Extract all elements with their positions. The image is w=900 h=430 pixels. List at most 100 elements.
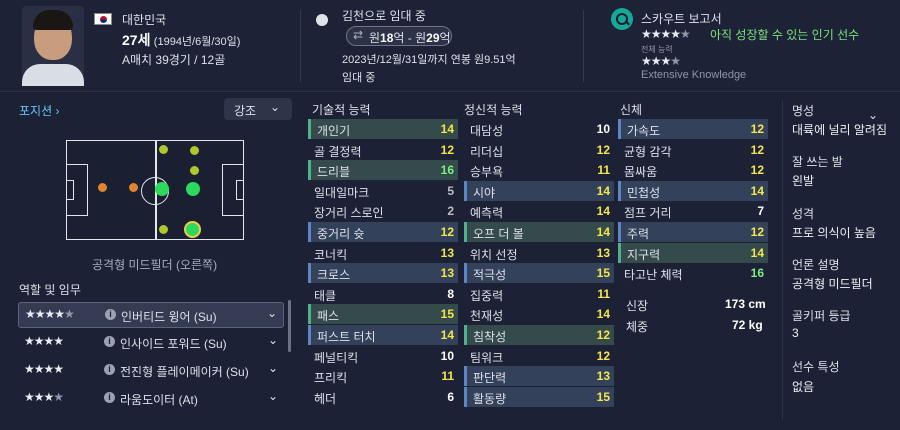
attribute-row[interactable]: 가속도 12 [618, 119, 768, 139]
attribute-row[interactable]: 주력 12 [618, 222, 768, 242]
attribute-row[interactable]: 침착성 12 [464, 325, 614, 345]
attribute-row[interactable]: 코너킥 13 [308, 243, 458, 263]
attribute-row[interactable]: 천재성 14 [464, 304, 614, 324]
foot-value: 왼발 [792, 174, 815, 188]
attribute-name: 오프 더 볼 [473, 227, 524, 241]
attribute-row[interactable]: 오프 더 볼 14 [464, 222, 614, 242]
attribute-row[interactable]: 지구력 14 [618, 242, 768, 263]
search-icon[interactable] [611, 8, 633, 30]
position-pitch [66, 140, 244, 240]
info-icon[interactable]: i [104, 364, 115, 375]
potential-stars: ★★★★★ [641, 27, 691, 41]
attribute-value: 12 [596, 142, 610, 157]
value-range: ⇄ 원18억 - 원29억 [346, 26, 452, 46]
scout-report-title[interactable]: 스카우트 보고서 [641, 10, 722, 27]
attribute-row[interactable]: 적극성 15 [464, 263, 614, 284]
attribute-row[interactable]: 활동량 15 [464, 386, 614, 407]
chevron-down-icon[interactable]: ⌄ [268, 333, 278, 347]
attribute-value: 13 [440, 266, 454, 281]
attribute-value: 12 [596, 328, 610, 342]
attribute-value: 12 [750, 142, 764, 157]
role-row[interactable]: ★★★★ i 인사이드 포워드 (Su) ⌄ [18, 330, 284, 356]
attribute-row[interactable]: 드리블 16 [308, 160, 458, 181]
attribute-row[interactable]: 장거리 스로인 2 [308, 201, 458, 221]
birth-date: (1994년/6월/30일) [153, 36, 241, 48]
role-row[interactable]: ★★★★★ i 인버티드 윙어 (Su) ⌄ [18, 302, 284, 328]
position-dot [159, 145, 168, 154]
position-dot [129, 183, 138, 192]
chevron-down-icon[interactable]: ⌄ [268, 389, 278, 403]
scout-knowledge: Extensive Knowledge [641, 69, 747, 81]
attribute-row[interactable]: 퍼스트 터치 14 [308, 325, 458, 345]
attribute-row[interactable]: 시야 14 [464, 180, 614, 201]
attribute-row[interactable]: 크로스 13 [308, 263, 458, 284]
attribute-value: 11 [597, 163, 610, 178]
attribute-name: 판단력 [473, 371, 507, 386]
attribute-row[interactable]: 민첩성 14 [618, 180, 768, 201]
contract: 2023년/12월/31일까지 연봉 원9.51억 [342, 54, 516, 66]
attribute-value: 14 [596, 307, 610, 322]
info-icon[interactable]: i [105, 309, 116, 320]
attribute-row[interactable]: 타고난 체력 16 [618, 263, 768, 283]
attribute-value: 12 [750, 225, 764, 239]
attribute-row[interactable]: 헤더 6 [308, 387, 458, 407]
attribute-value: 10 [440, 348, 454, 363]
position-link[interactable]: 포지션 › [19, 102, 59, 119]
attribute-row[interactable]: 태클 8 [308, 284, 458, 304]
gk-label: 골키퍼 등급 [792, 309, 851, 323]
attribute-row[interactable]: 판단력 13 [464, 366, 614, 387]
attribute-value: 14 [596, 183, 610, 198]
attribute-row[interactable]: 몸싸움 12 [618, 160, 768, 180]
attribute-row[interactable]: 승부욕 11 [464, 160, 614, 180]
attribute-value: 12 [750, 163, 764, 178]
attribute-name: 지구력 [627, 247, 661, 262]
attribute-row[interactable]: 리더십 12 [464, 140, 614, 160]
international-caps[interactable]: A매치 39경기 / 12골 [122, 51, 225, 68]
loan-text[interactable]: 김천으로 임대 중 [342, 7, 426, 24]
attribute-row[interactable]: 균형 감각 12 [618, 140, 768, 160]
position-dot [190, 166, 199, 175]
attribute-name: 팀워크 [470, 350, 504, 365]
attribute-name: 가속도 [627, 124, 661, 138]
attribute-row[interactable]: 집중력 11 [464, 284, 614, 304]
attribute-row[interactable]: 예측력 14 [464, 201, 614, 221]
info-icon[interactable]: i [104, 336, 115, 347]
attribute-row[interactable]: 패스 15 [308, 304, 458, 325]
attribute-row[interactable]: 일대일마크 5 [308, 181, 458, 201]
attribute-name: 코너킥 [314, 247, 348, 262]
attribute-name: 페널티킥 [314, 350, 359, 365]
attribute-row[interactable]: 페널티킥 10 [308, 346, 458, 366]
attribute-name: 프리킥 [314, 371, 348, 386]
attribute-row[interactable]: 프리킥 11 [308, 366, 458, 386]
attribute-name: 장거리 스로인 [314, 206, 384, 221]
highlight-dropdown[interactable]: 강조 ⌄ [224, 98, 292, 120]
roles-scrollbar[interactable] [288, 300, 291, 352]
age-line: 27세 (1994년/6월/30일) [122, 30, 240, 50]
attribute-row[interactable]: 위치 선정 13 [464, 243, 614, 263]
attribute-row[interactable]: 대담성 10 [464, 119, 614, 139]
roles-title: 역할 및 임무 [19, 283, 81, 297]
attribute-row[interactable]: 중거리 슛 12 [308, 222, 458, 242]
role-row[interactable]: ★★★★ i 라움도이터 (At) ⌄ [18, 386, 284, 412]
attribute-value: 14 [596, 204, 610, 219]
attribute-name: 위치 선정 [470, 247, 518, 262]
role-row[interactable]: ★★★★ i 전진형 플레이메이커 (Su) ⌄ [18, 358, 284, 384]
attribute-row[interactable]: 팀워크 12 [464, 346, 614, 366]
chevron-down-icon[interactable]: ⌄ [868, 108, 878, 122]
attribute-row[interactable]: 점프 거리 7 [618, 201, 768, 221]
club-badge-icon[interactable] [316, 14, 328, 26]
attribute-value: 14 [440, 122, 454, 136]
attribute-row[interactable]: 골 결정력 12 [308, 140, 458, 160]
attribute-name: 승부욕 [470, 165, 504, 180]
chevron-right-icon: › [55, 104, 60, 118]
attribute-value: 11 [597, 286, 610, 301]
attribute-value: 7 [757, 204, 764, 219]
chevron-down-icon[interactable]: ⌄ [267, 306, 277, 320]
attribute-row[interactable]: 개인기 14 [308, 119, 458, 139]
chevron-down-icon[interactable]: ⌄ [268, 361, 278, 375]
attribute-name: 활동량 [473, 391, 507, 406]
info-icon[interactable]: i [104, 392, 115, 403]
attribute-name: 시야 [473, 185, 496, 200]
height-value: 173 cm [725, 297, 766, 311]
attribute-name: 균형 감각 [624, 144, 672, 159]
